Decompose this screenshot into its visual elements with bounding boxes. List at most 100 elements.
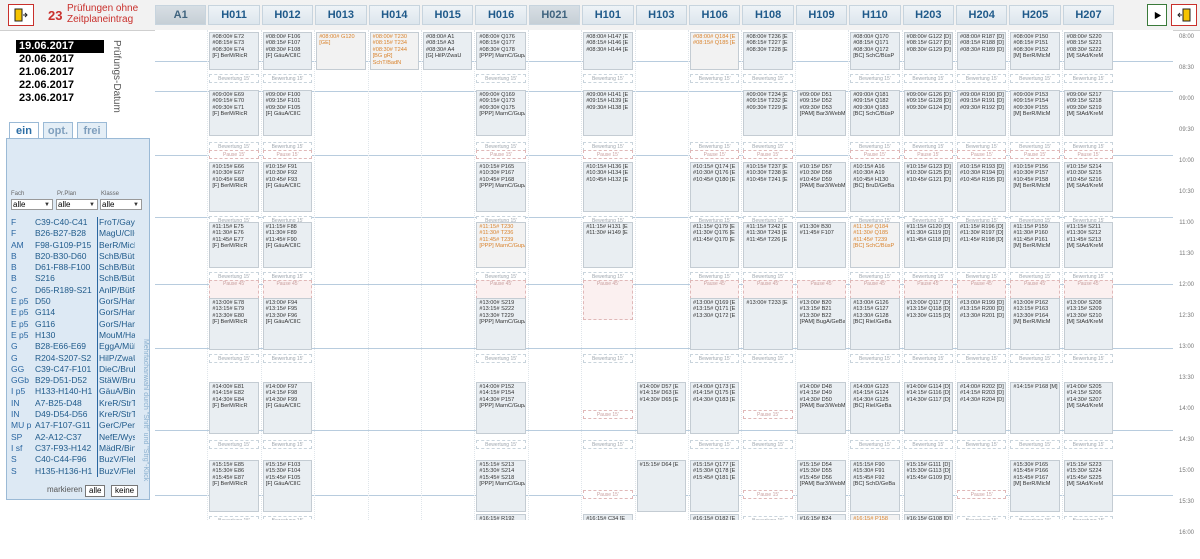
course-row[interactable]: E p5 H130 MouM/HamC (11, 329, 135, 342)
date-item[interactable]: 20.06.2017 (16, 53, 104, 66)
exam-block[interactable]: #11:15# Q179 [E #11:30# Q176 [E #11:45# Q1… (690, 222, 740, 268)
room-header-h011[interactable]: H011 (208, 5, 260, 25)
exam-block[interactable]: #09:00# P153 #09:15# P154 #09:30# P155 [M] … (1010, 90, 1060, 136)
exam-block[interactable]: #16:15# B24 (796, 514, 847, 520)
room-header-h207[interactable]: H207 (1062, 5, 1115, 25)
exam-block[interactable]: #10:15# H136 [E #10:30# H134 [E #10:45# H1… (583, 162, 633, 212)
exam-block[interactable]: #11:15# S211 #11:30# S212 #11:45# S213 [M] … (1063, 222, 1114, 268)
course-row[interactable]: C D65-R189-S21 AnlP/BütP (11, 284, 135, 297)
exam-block[interactable]: #11:15# E75 #11:30# E76 #11:45# E77 [F] Ber… (209, 222, 259, 268)
tab-frei[interactable]: frei (77, 122, 107, 138)
date-item[interactable]: 21.06.2017 (16, 66, 104, 79)
exam-block[interactable]: #09:00# G126 [D] #09:15# G128 [D] #09:30# … (903, 90, 953, 136)
room-header-a1[interactable]: A1 (155, 5, 207, 25)
exam-block[interactable]: #09:00# S217 #09:15# S218 #09:30# S219 [M] … (1063, 90, 1114, 136)
exam-block[interactable]: #09:00# R190 [D] #09:15# R191 [D] #09:30# … (957, 90, 1007, 136)
exam-block[interactable]: #08:00# S220 #08:15# S221 #08:30# S222 [M] … (1063, 32, 1114, 70)
prplan-select[interactable]: alle ▼ (56, 199, 98, 210)
room-header-h101[interactable]: H101 (582, 5, 634, 25)
course-row[interactable]: G B28-E66-E69 EggA/MüIR (11, 341, 135, 353)
exam-block[interactable]: #16:15# P158 (850, 514, 900, 520)
klasse-select[interactable]: alle ▼ (100, 199, 142, 210)
exam-block[interactable]: #13:00# P162 #13:15# P163 #13:30# P164 [M] … (1010, 298, 1060, 350)
exam-block[interactable]: #11:15# T230 #11:30# T236 #11:45# T239 [PPP… (476, 222, 526, 268)
exam-block[interactable]: #14:00# G114 [D] #14:15# G116 [D] #14:30# … (903, 382, 953, 434)
exam-block[interactable]: #13:00# Q117 [D] #13:15# Q118 [D] #13:30# … (903, 298, 953, 350)
room-header-h015[interactable]: H015 (422, 5, 474, 25)
exam-block[interactable]: #10:15# D57 #10:30# D58 #10:45# D59 [PAM] B… (796, 162, 847, 212)
date-item[interactable]: 22.06.2017 (16, 79, 104, 92)
room-header-h016[interactable]: H016 (475, 5, 527, 25)
exam-block[interactable]: #15:15# G111 [D] #15:30# G113 [D] #15:45# … (903, 460, 953, 512)
exam-block[interactable]: #09:00# D51 #09:15# D52 #09:30# D53 [PAM] B… (796, 90, 847, 136)
select-all-button[interactable]: alle (85, 485, 106, 497)
exam-block[interactable]: #08:00# E72 #08:15# E73 #08:30# E74 [F] Ber… (209, 32, 259, 70)
room-header-h205[interactable]: H205 (1009, 5, 1061, 25)
course-row[interactable]: AM F98-G109-P15 BerR/MicM (11, 239, 135, 251)
exam-block[interactable]: #15:15# S213 #15:30# S214 #15:45# S218 [PPP… (476, 460, 526, 512)
course-row[interactable]: B D61-F88-F100 SchB/BütP (11, 262, 135, 274)
exam-block[interactable]: #13:00# S208 #13:15# S209 #13:30# S210 [M] … (1063, 298, 1114, 350)
exam-block[interactable]: #11:30# B30 #11:45# F107 (796, 222, 847, 268)
exam-block[interactable]: #10:15# S214 #10:30# S215 #10:45# S216 [M] … (1063, 162, 1114, 212)
exam-block[interactable]: #08:00# Q184 [E #08:15# Q185 [E (690, 32, 740, 70)
course-row[interactable]: G R204-S207-S2 HilP/ZwaU (11, 352, 135, 364)
next-rooms-button[interactable] (1147, 4, 1167, 26)
exam-block[interactable]: #08:00# T236 [E #08:15# T227 [E #08:30# T2… (743, 32, 793, 70)
room-header-h203[interactable]: H203 (902, 5, 954, 25)
course-row[interactable]: E p5 G114 GorS/HamC (11, 307, 135, 319)
exam-block[interactable]: #08:00# Q170 #08:15# Q171 #08:30# Q172 [BC]… (850, 32, 900, 70)
course-row[interactable]: IN A7-B25-D48 KreR/StrT (11, 397, 135, 410)
tab-opt[interactable]: opt. (43, 122, 73, 138)
exam-block[interactable]: #10:15# R193 [D] #10:30# R194 [D] #10:45# … (957, 162, 1007, 212)
exam-block[interactable]: #09:00# Q169 #09:15# Q173 #09:30# Q175 [PPP… (476, 90, 526, 136)
course-row[interactable]: E p5 D50 GorS/HamC (11, 296, 135, 308)
room-header-h012[interactable]: H012 (261, 5, 314, 25)
exam-block[interactable]: #10:15# T237 [E #10:30# T238 [E #10:45# T2… (743, 162, 793, 212)
exam-block[interactable]: #09:00# F100 #09:15# F101 #09:30# F105 [F] … (262, 90, 313, 136)
exam-block[interactable]: #14:00# D48 #14:15# D49 #14:30# D50 [PAM] B… (796, 382, 847, 434)
room-header-h013[interactable]: H013 (315, 5, 367, 25)
exam-block[interactable]: #13:00# T233 [E (743, 298, 793, 350)
exam-block[interactable]: #13:00# S219 #13:15# S222 #13:30# T229 [PPP… (476, 298, 526, 350)
exam-block[interactable]: #14:00# D57 [E #14:15# D63 [E #14:30# D65 … (636, 382, 686, 434)
exam-block[interactable]: #10:15# F91 #10:30# F92 #10:45# F93 [F] Gäu… (262, 162, 313, 212)
exam-block[interactable]: #13:00# Q169 [E #13:15# Q171 [E #13:30# Q1… (690, 298, 740, 350)
exam-block[interactable]: #14:00# E81 #14:15# E82 #14:30# E84 [F] Ber… (209, 382, 259, 434)
course-row[interactable]: IN D49-D54-D56 KreR/StrT (11, 409, 135, 421)
course-row[interactable]: F C39-C40-C41 FroT/GayJ (11, 217, 135, 229)
room-header-h108[interactable]: H108 (742, 5, 794, 25)
room-header-h110[interactable]: H110 (849, 5, 901, 25)
exam-block[interactable]: #11:15# Q184 #11:30# Q185 #11:45# T239 [BC]… (850, 222, 900, 268)
exam-block[interactable]: #15:15# Q177 [E #15:30# Q178 [E #15:45# Q1… (690, 460, 740, 512)
exam-block[interactable]: #10:15# Q174 [E #10:30# Q176 [E #10:45# Q1… (690, 162, 740, 212)
exam-block[interactable]: #14:00# G123 #14:15# G124 #14:30# G125 [BC]… (850, 382, 900, 434)
exam-block[interactable]: #10:15# P165 #10:30# P167 #10:45# P168 [PPP… (476, 162, 526, 212)
exam-block[interactable]: #11:15# P159 #11:30# P160 #11:45# P161 [M] … (1010, 222, 1060, 268)
exam-block[interactable]: #13:00# E78 #13:15# E79 #13:30# E80 [F] Ber… (209, 298, 259, 350)
room-header-h204[interactable]: H204 (956, 5, 1008, 25)
exam-block[interactable]: #10:15# E66 #10:30# E67 #10:45# E68 [F] Ber… (209, 162, 259, 212)
exam-block[interactable]: #08:00# Q176 #08:15# Q177 #08:30# Q178 [PPP… (476, 32, 526, 70)
course-row[interactable]: F B26-B27-B28 MagU/ClIC (11, 228, 135, 240)
exam-block[interactable]: #13:00# F94 #13:15# F95 #13:30# F96 [F] Gäu… (262, 298, 313, 350)
exit-right-button[interactable] (1171, 4, 1197, 26)
exam-block[interactable]: #08:00# F106 #08:15# F107 #08:30# F108 [F] … (262, 32, 313, 70)
tab-ein[interactable]: ein (9, 122, 39, 138)
date-item[interactable]: 23.06.2017 (16, 92, 104, 105)
course-row[interactable]: GGb B29-D51-D52 StäW/BruR (11, 375, 135, 387)
course-row[interactable]: GG C39-C47-F101 DieC/BruR (11, 363, 135, 376)
exam-block[interactable]: #15:15# F90 #15:30# F91 #15:45# F92 [BC] Sc… (850, 460, 900, 512)
exam-block[interactable]: #16:15# R192 (476, 514, 526, 520)
date-item[interactable]: 19.06.2017 (16, 40, 104, 53)
exit-left-button[interactable] (8, 4, 34, 26)
exam-block[interactable]: #15:30# P165 #15:45# P166 #15:45# P167 [M] … (1010, 460, 1060, 512)
course-row[interactable]: B B20-B30-D60 SchB/BütP (11, 250, 135, 263)
course-row[interactable]: E p5 G116 GorS/HamC (11, 318, 135, 330)
exam-block[interactable]: #08:00# G120 [GE] (316, 32, 366, 70)
course-row[interactable]: MU pA17-F107-G11 GerC/PenM (11, 420, 135, 432)
exam-block[interactable]: #16:15# G108 [D] (903, 514, 953, 520)
exam-block[interactable]: #08:00# R187 [D] #08:15# R188 [D] #08:30# … (957, 32, 1007, 70)
exam-block[interactable]: #15:15# E85 #15:30# E86 #15:45# E87 [F] Ber… (209, 460, 259, 512)
exam-block[interactable]: #13:00# G126 #13:15# G127 #13:30# G128 [BC]… (850, 298, 900, 350)
